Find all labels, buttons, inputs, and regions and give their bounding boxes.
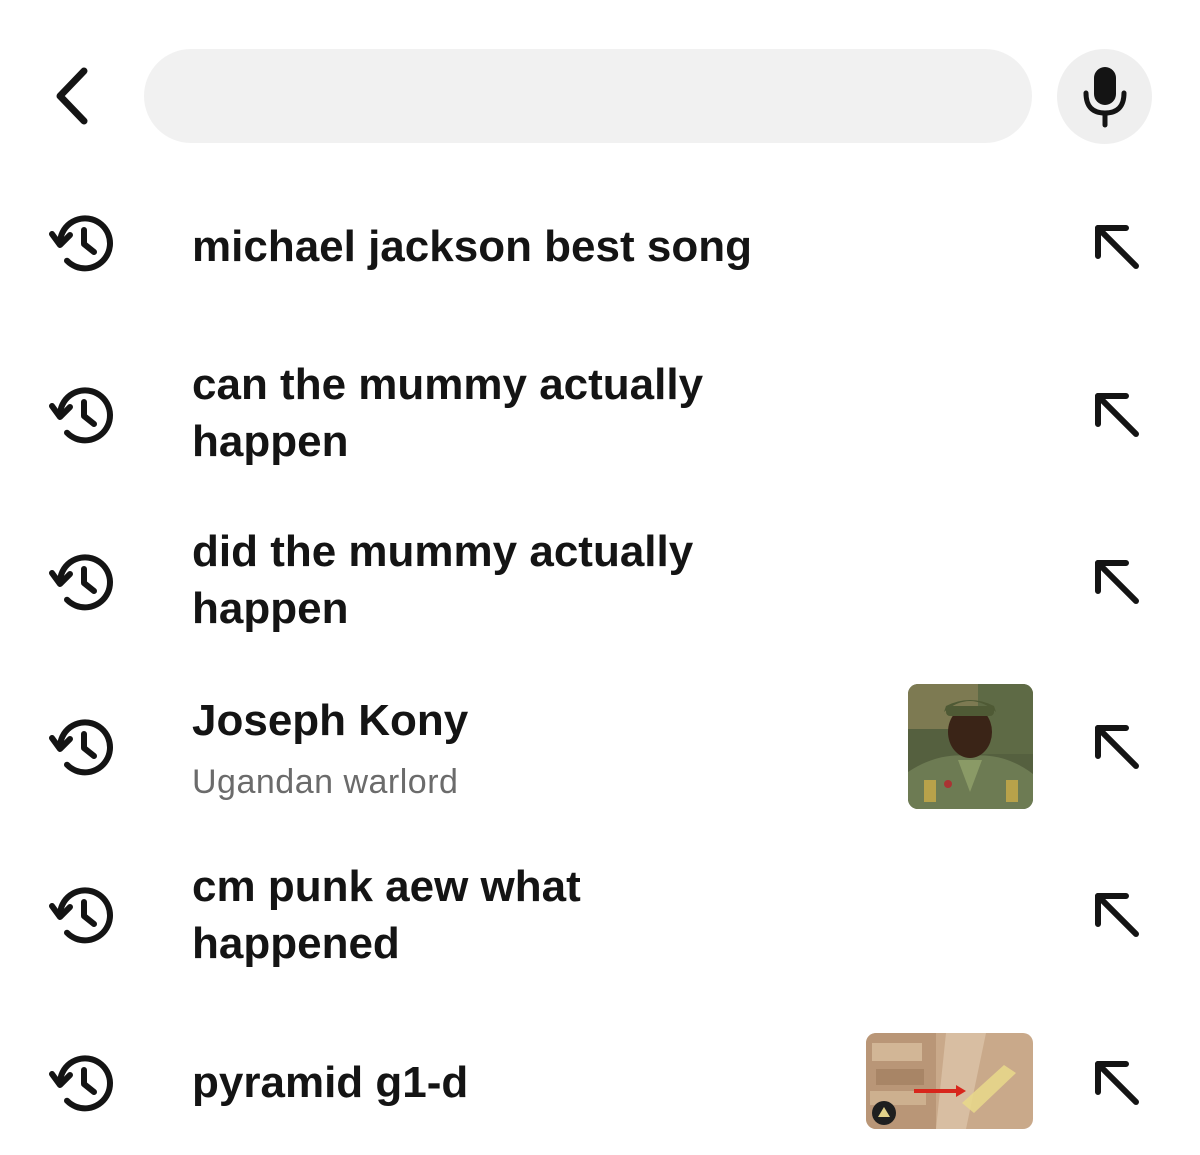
recent-search-row[interactable]: can the mummy actually happen xyxy=(0,340,1200,490)
search-query-text: cm punk aew what happened xyxy=(192,862,581,968)
search-query-text: pyramid g1-d xyxy=(192,1058,469,1107)
search-query-text: michael jackson best song xyxy=(192,222,752,271)
search-query-text: can the mummy actually happen xyxy=(192,360,704,466)
recent-search-row[interactable]: michael jackson best song xyxy=(0,170,1200,320)
search-query-text: Joseph Kony xyxy=(192,696,469,745)
search-query-subtitle: Ugandan warlord xyxy=(192,763,459,801)
history-clock-icon xyxy=(49,387,113,444)
recent-search-row[interactable]: pyramid g1-d xyxy=(0,1010,1200,1150)
recent-search-row[interactable]: Joseph Kony Ugandan warlord xyxy=(0,672,1200,822)
history-clock-icon xyxy=(49,887,113,944)
recent-search-row[interactable]: did the mummy actually happen xyxy=(0,507,1200,657)
history-clock-icon xyxy=(49,719,113,776)
search-field[interactable] xyxy=(144,49,1032,145)
search-query-text: did the mummy actually happen xyxy=(192,527,694,633)
arrow-up-left-icon[interactable] xyxy=(1086,384,1146,444)
arrow-up-left-icon[interactable] xyxy=(1086,884,1146,944)
search-input[interactable] xyxy=(184,49,996,145)
arrow-up-left-icon[interactable] xyxy=(1086,216,1146,276)
history-clock-icon xyxy=(49,1055,113,1112)
back-button[interactable] xyxy=(40,62,104,130)
chevron-left-icon xyxy=(56,67,88,125)
history-clock-icon xyxy=(49,554,113,611)
voice-search-button[interactable] xyxy=(1057,49,1152,144)
recent-search-row[interactable]: cm punk aew what happened xyxy=(0,842,1200,992)
result-thumbnail xyxy=(866,1033,1033,1129)
result-thumbnail xyxy=(908,684,1033,809)
arrow-up-left-icon[interactable] xyxy=(1086,1052,1146,1112)
arrow-up-left-icon[interactable] xyxy=(1086,716,1146,776)
arrow-up-left-icon[interactable] xyxy=(1086,551,1146,611)
microphone-icon xyxy=(1083,66,1126,127)
history-clock-icon xyxy=(49,215,113,272)
